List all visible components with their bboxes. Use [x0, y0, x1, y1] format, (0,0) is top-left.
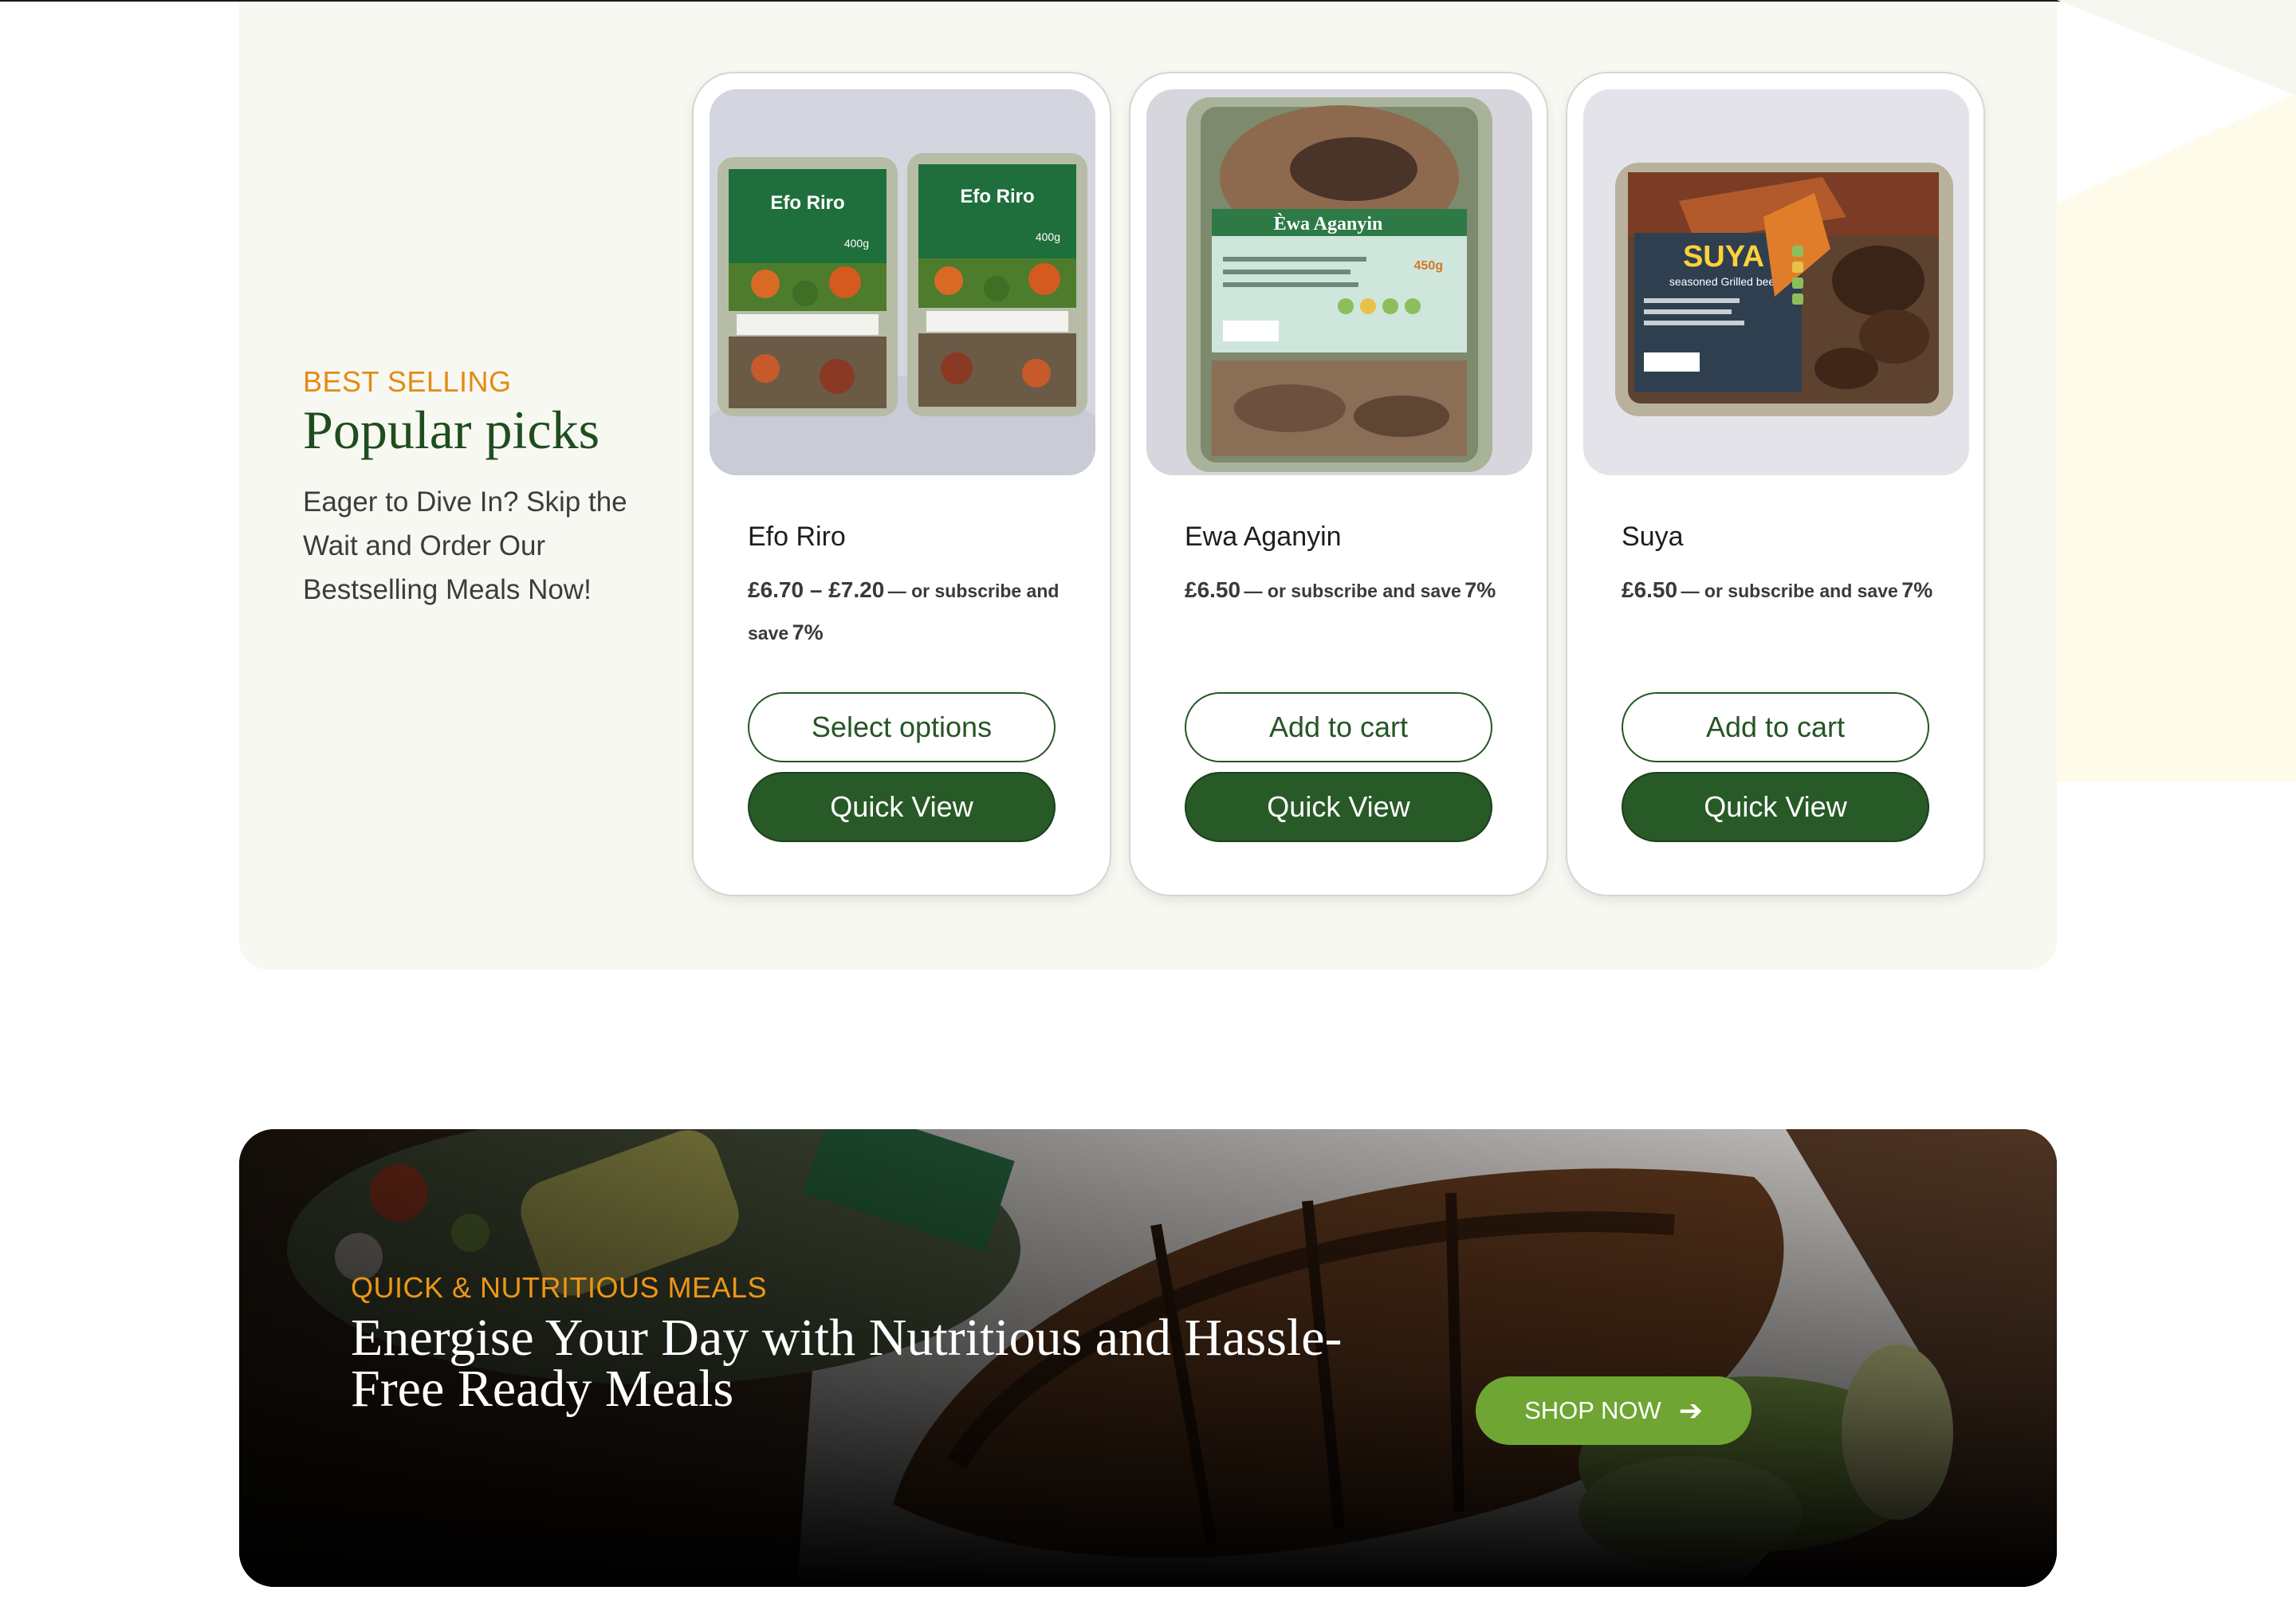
add-to-cart-button[interactable]: Add to cart: [1185, 692, 1492, 762]
svg-text:450g: 450g: [1414, 259, 1443, 273]
svg-text:Efo Riro: Efo Riro: [770, 192, 844, 214]
subscribe-text: — or subscribe and save: [1244, 581, 1461, 601]
select-options-button[interactable]: Select options: [748, 692, 1056, 762]
product-image-suya[interactable]: SUYA seasoned Grilled beef: [1583, 89, 1969, 475]
best-selling-section: BEST SELLING Popular picks Eager to Dive…: [239, 2, 2057, 970]
add-to-cart-button[interactable]: Add to cart: [1622, 692, 1929, 762]
arrow-right-icon: ➔: [1678, 1394, 1703, 1427]
svg-text:Èwa Aganyin: Èwa Aganyin: [1274, 214, 1383, 234]
section-heading: Popular picks: [303, 400, 600, 461]
shop-now-label: SHOP NOW: [1524, 1396, 1661, 1424]
product-price: £6.50 — or subscribe and save 7%: [1622, 571, 1940, 613]
quick-view-button[interactable]: Quick View: [1622, 772, 1929, 842]
svg-text:400g: 400g: [1036, 230, 1060, 243]
price-amount: £6.70 – £7.20: [748, 577, 885, 602]
discount-percent: 7%: [792, 620, 824, 644]
product-image-ewa-aganyin[interactable]: Èwa Aganyin 450g: [1146, 89, 1532, 475]
banner-headline: Energise Your Day with Nutritious and Ha…: [351, 1309, 1443, 1418]
section-subtext: Eager to Dive In? Skip the Wait and Orde…: [303, 486, 627, 605]
section-eyebrow: BEST SELLING: [303, 365, 512, 398]
product-name[interactable]: Suya: [1622, 522, 1684, 553]
quick-view-button[interactable]: Quick View: [748, 772, 1056, 842]
ewa-aganyin-package-photo: Èwa Aganyin 450g: [1146, 89, 1532, 475]
product-card-efo-riro: Efo Riro 400g Efo Riro 400g Efo Riro £6.…: [692, 72, 1111, 896]
suya-package-photo: SUYA seasoned Grilled beef: [1583, 89, 1969, 475]
price-amount: £6.50: [1622, 577, 1678, 602]
promo-banner: QUICK & NUTRITIOUS MEALS Energise Your D…: [239, 1129, 2057, 1587]
product-price: £6.70 – £7.20 — or subscribe and save 7%: [748, 571, 1067, 655]
product-card-suya: SUYA seasoned Grilled beef Suya £6.50 — …: [1566, 72, 1985, 896]
discount-percent: 7%: [1464, 578, 1496, 602]
price-amount: £6.50: [1185, 577, 1241, 602]
shop-now-button[interactable]: SHOP NOW ➔: [1476, 1376, 1751, 1445]
product-name[interactable]: Efo Riro: [748, 522, 846, 553]
decorative-background-shape: [2057, 0, 2296, 96]
svg-text:SUYA: SUYA: [1683, 240, 1764, 274]
subscribe-text: — or subscribe and save: [1681, 581, 1898, 601]
svg-text:seasoned Grilled beef: seasoned Grilled beef: [1669, 275, 1778, 288]
quick-view-button[interactable]: Quick View: [1185, 772, 1492, 842]
product-price: £6.50 — or subscribe and save 7%: [1185, 571, 1504, 613]
decorative-background-shape: [2057, 0, 2296, 781]
product-image-efo-riro[interactable]: Efo Riro 400g Efo Riro 400g: [710, 89, 1095, 475]
product-name[interactable]: Ewa Aganyin: [1185, 522, 1342, 553]
headline-line: Free Ready Meals: [351, 1360, 734, 1418]
svg-text:Efo Riro: Efo Riro: [960, 186, 1034, 207]
discount-percent: 7%: [1901, 578, 1933, 602]
product-card-ewa-aganyin: Èwa Aganyin 450g Ewa Aganyin £6.50 — or …: [1129, 72, 1548, 896]
best-selling-intro: BEST SELLING Popular picks Eager to Dive…: [303, 364, 638, 612]
banner-eyebrow: QUICK & NUTRITIOUS MEALS: [351, 1271, 768, 1304]
headline-line: Energise Your Day with Nutritious and Ha…: [351, 1309, 1343, 1367]
svg-text:400g: 400g: [844, 237, 869, 250]
efo-riro-package-photo: Efo Riro 400g Efo Riro 400g: [710, 89, 1095, 475]
